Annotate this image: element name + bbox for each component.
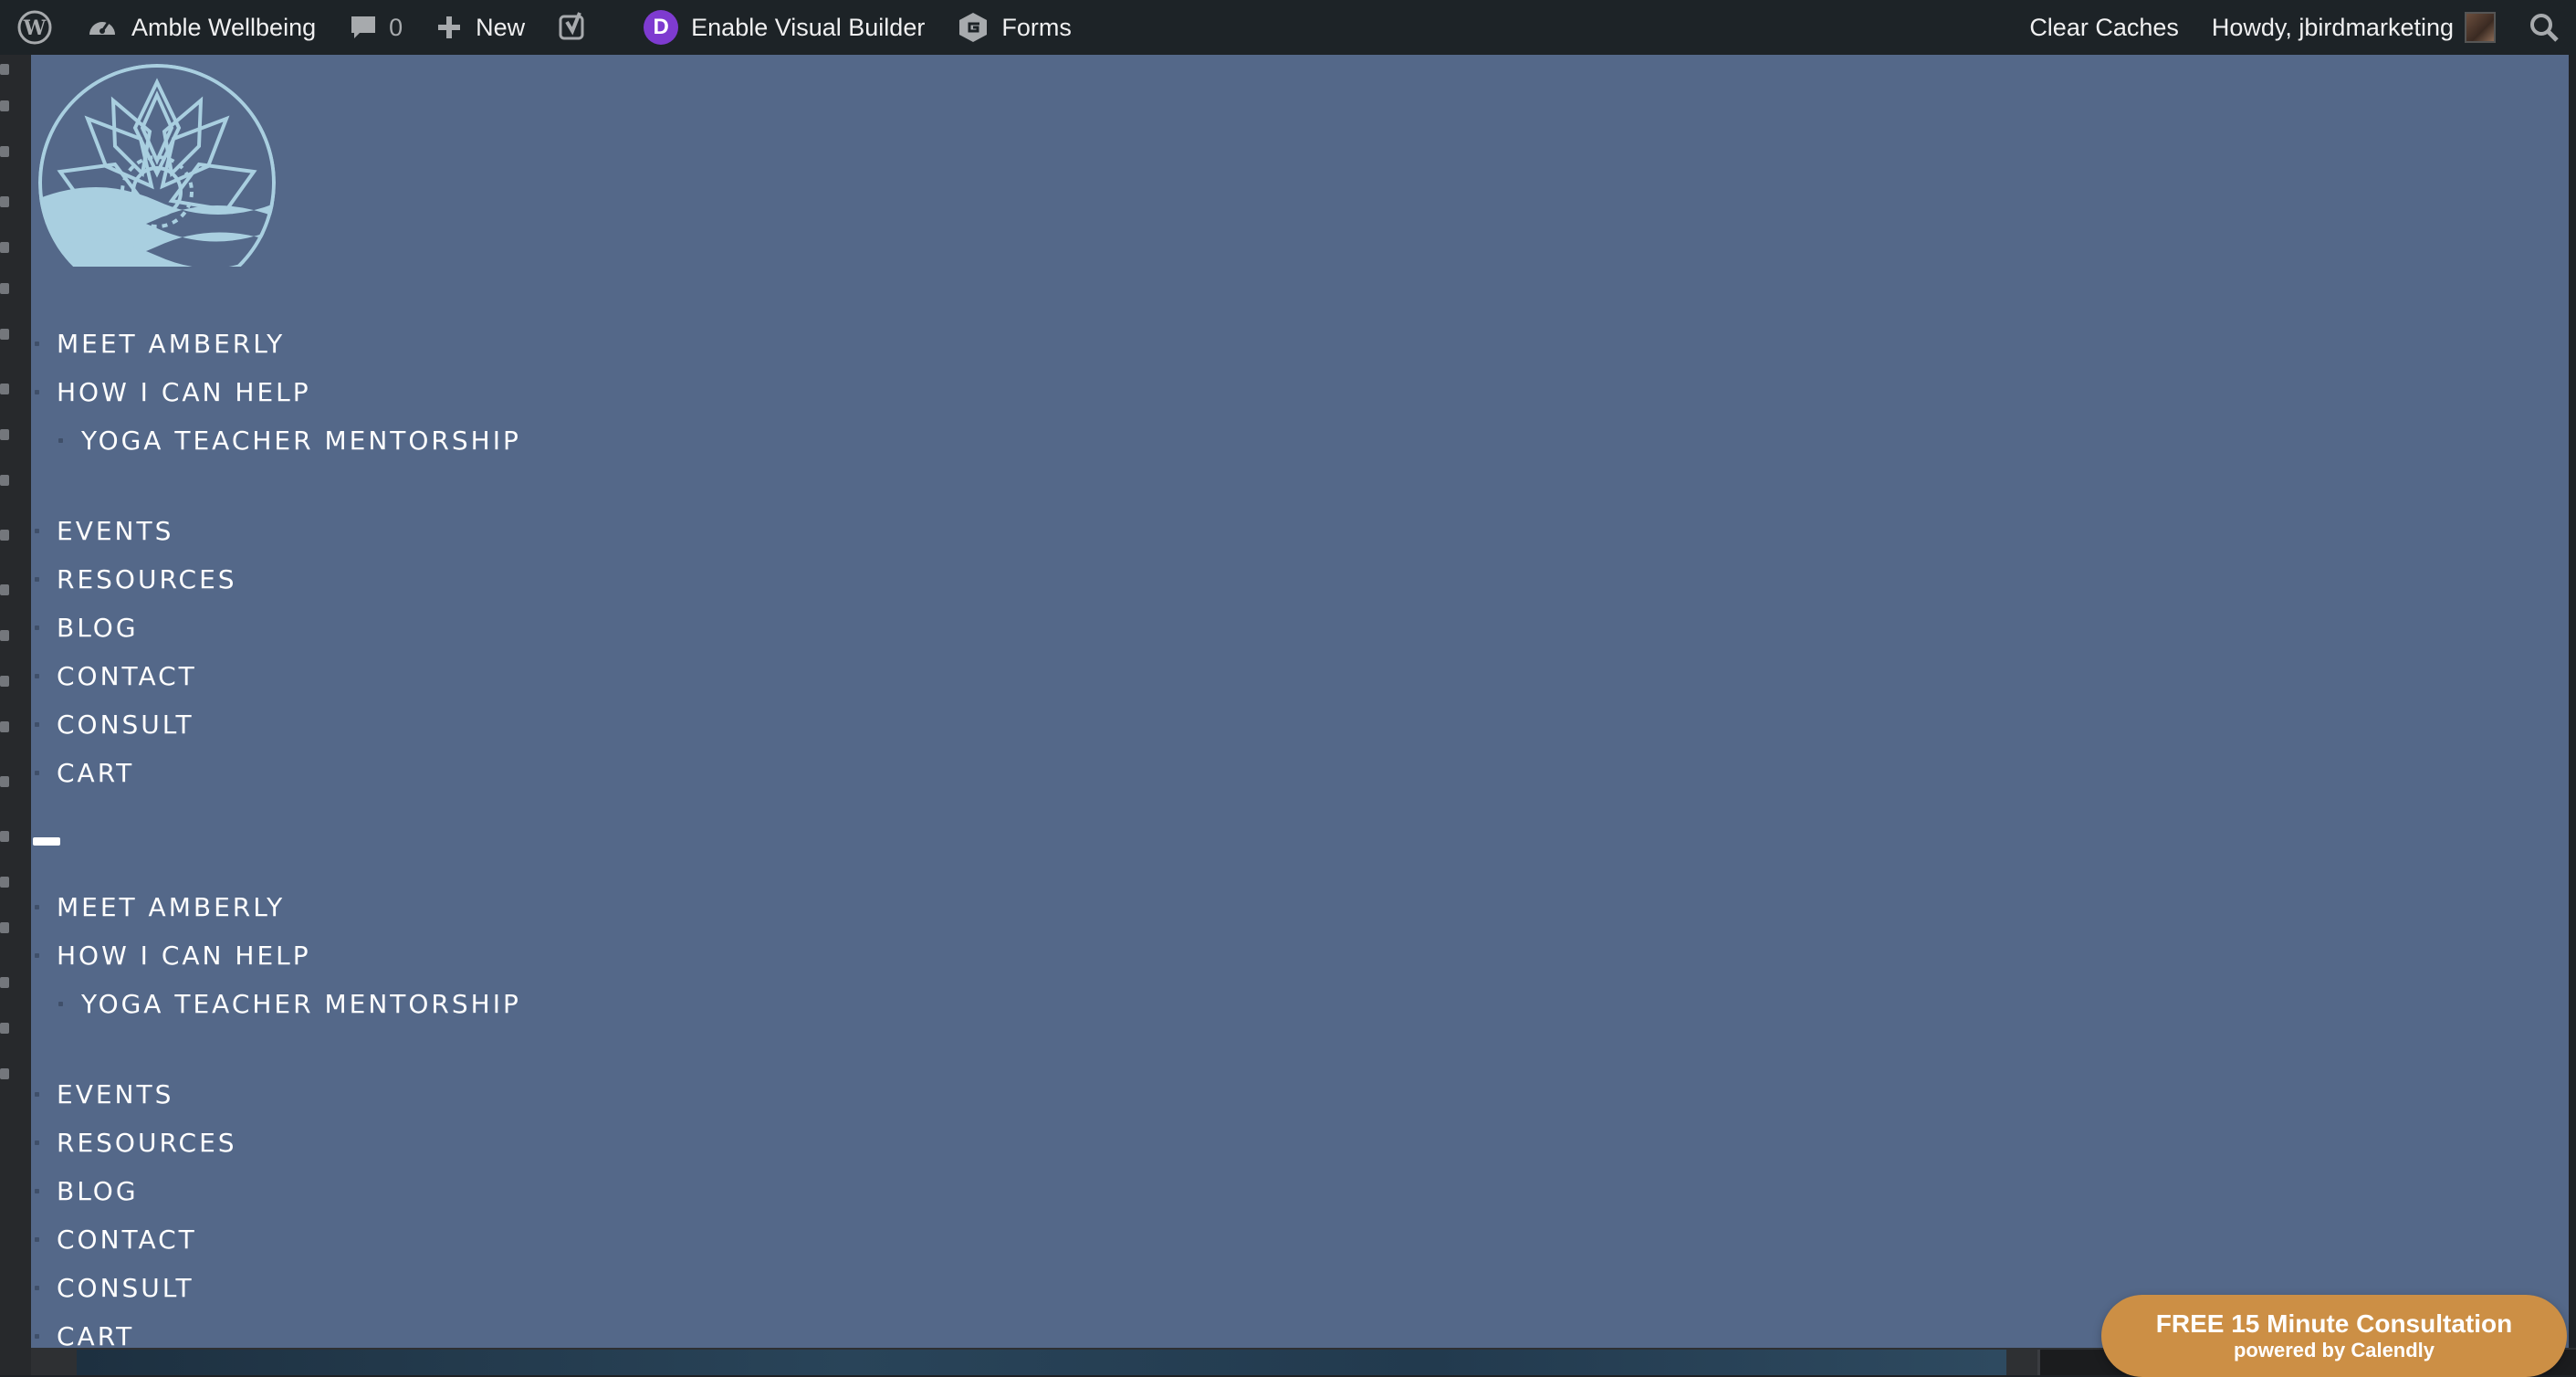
calendly-consultation-button[interactable]: FREE 15 Minute Consultation powered by C… (2101, 1295, 2567, 1377)
divi-logo-icon: D (644, 10, 679, 45)
site-name-label: Amble Wellbeing (131, 13, 317, 41)
site-logo[interactable] (33, 64, 281, 301)
menu-spacer (31, 1028, 670, 1070)
wordpress-logo-icon: W (16, 9, 53, 46)
gravity-forms-icon (958, 11, 989, 44)
gutter-mark (0, 100, 9, 111)
gutter-mark (0, 530, 9, 541)
site-name-menu[interactable]: Amble Wellbeing (69, 0, 332, 55)
menu-item-how-i-can-help[interactable]: HOW I CAN HELP (31, 931, 670, 980)
forms-label: Forms (1001, 13, 1072, 41)
visual-builder-label: Enable Visual Builder (691, 13, 926, 41)
howdy-label: Howdy, jbirdmarketing (2211, 13, 2454, 41)
menu-item-events[interactable]: EVENTS (31, 1070, 670, 1119)
menu-item-consult[interactable]: CONSULT (31, 1264, 670, 1312)
mobile-menu-toggle[interactable] (33, 837, 60, 846)
menu-item-how-i-can-help[interactable]: HOW I CAN HELP (31, 368, 670, 416)
new-label: New (476, 13, 526, 41)
calendly-subtitle: powered by Calendly (2233, 1339, 2435, 1361)
gutter-mark (0, 475, 9, 486)
menu-item-blog[interactable]: BLOG (31, 604, 670, 652)
plus-icon (435, 14, 463, 41)
wp-logo-menu[interactable]: W (0, 0, 69, 55)
enable-visual-builder-button[interactable]: D Enable Visual Builder (627, 0, 941, 55)
gutter-mark (0, 831, 9, 842)
comments-count: 0 (389, 13, 403, 41)
menu-item-contact[interactable]: CONTACT (31, 652, 670, 700)
gutter-mark (0, 242, 9, 253)
admin-search-button[interactable] (2512, 0, 2576, 55)
yoast-seo-icon (558, 11, 591, 44)
gutter-mark (0, 721, 9, 732)
dashboard-gauge-icon (86, 11, 119, 44)
svg-text:W: W (23, 16, 47, 40)
menu-item-resources[interactable]: RESOURCES (31, 555, 670, 604)
menu-item-cart[interactable]: CART (31, 1312, 670, 1361)
gutter-mark (0, 1068, 9, 1079)
gutter-mark (0, 630, 9, 641)
clear-caches-label: Clear Caches (2029, 13, 2179, 41)
menu-item-meet-amberly[interactable]: MEET AMBERLY (31, 320, 670, 368)
wp-admin-bar: W Amble Wellbeing 0 New D Enable Visual … (0, 0, 2576, 55)
menu-item-resources[interactable]: RESOURCES (31, 1119, 670, 1167)
menu-item-events[interactable]: EVENTS (31, 507, 670, 555)
calendly-title: FREE 15 Minute Consultation (2155, 1309, 2513, 1338)
new-content-menu[interactable]: New (419, 0, 541, 55)
menu-item-meet-amberly[interactable]: MEET AMBERLY (31, 883, 670, 931)
secondary-menu: MEET AMBERLY HOW I CAN HELP YOGA TEACHER… (31, 883, 670, 1361)
avatar (2465, 12, 2496, 43)
my-account-menu[interactable]: Howdy, jbirdmarketing (2195, 0, 2512, 55)
gutter-mark (0, 877, 9, 888)
menu-item-yoga-teacher-mentorship[interactable]: YOGA TEACHER MENTORSHIP (31, 416, 670, 465)
menu-item-contact[interactable]: CONTACT (31, 1215, 670, 1264)
primary-menu: MEET AMBERLY HOW I CAN HELP YOGA TEACHER… (31, 320, 670, 797)
admin-bar-right: Clear Caches Howdy, jbirdmarketing (2013, 0, 2576, 55)
gutter-mark (0, 676, 9, 687)
forms-menu[interactable]: Forms (941, 0, 1088, 55)
clear-caches-button[interactable]: Clear Caches (2013, 0, 2195, 55)
menu-spacer (31, 465, 670, 507)
gutter-mark (0, 329, 9, 340)
gutter-mark (0, 977, 9, 988)
editor-left-gutter (0, 0, 31, 1375)
gutter-mark (0, 584, 9, 595)
menu-item-cart[interactable]: CART (31, 749, 670, 797)
comments-menu[interactable]: 0 (332, 0, 419, 55)
yoast-seo-menu[interactable] (541, 0, 607, 55)
gutter-mark (0, 384, 9, 394)
comment-bubble-icon (349, 13, 378, 42)
gutter-mark (0, 776, 9, 787)
gutter-mark (0, 64, 9, 75)
gutter-mark (0, 429, 9, 440)
gutter-mark (0, 146, 9, 157)
search-icon (2529, 12, 2560, 43)
gutter-mark (0, 196, 9, 207)
menu-item-blog[interactable]: BLOG (31, 1167, 670, 1215)
gutter-mark (0, 1023, 9, 1034)
menu-item-yoga-teacher-mentorship[interactable]: YOGA TEACHER MENTORSHIP (31, 980, 670, 1028)
gutter-mark (0, 283, 9, 294)
page-canvas: MEET AMBERLY HOW I CAN HELP YOGA TEACHER… (31, 55, 2569, 1377)
gutter-mark (0, 922, 9, 933)
menu-item-consult[interactable]: CONSULT (31, 700, 670, 749)
